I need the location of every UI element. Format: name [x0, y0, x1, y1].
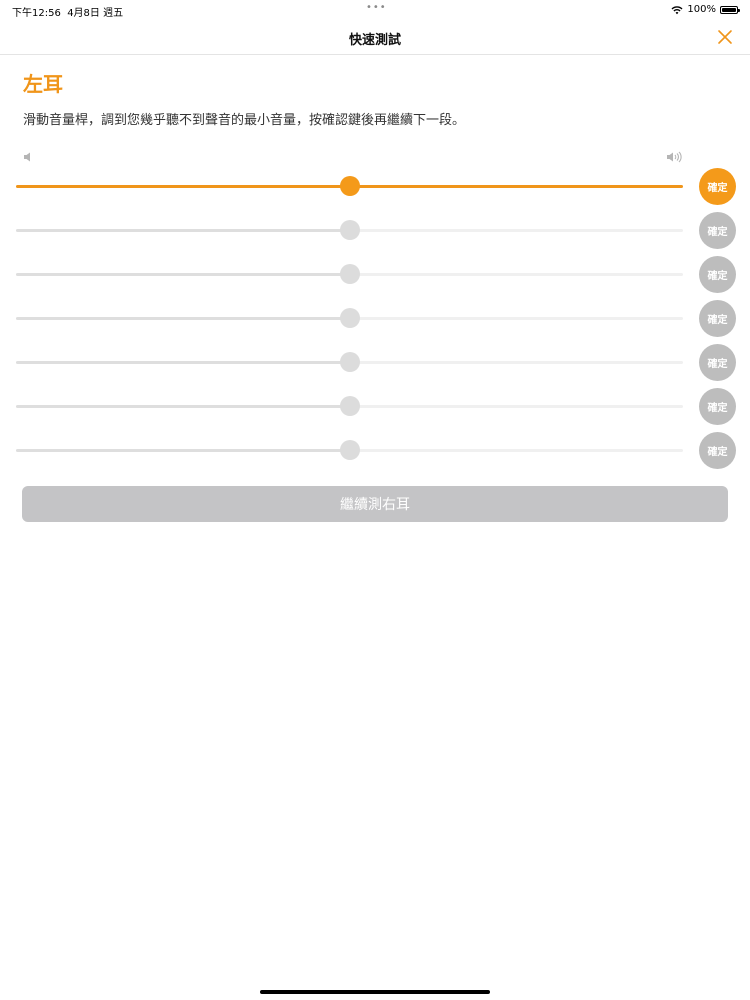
- volume-slider-thumb[interactable]: [340, 264, 360, 284]
- status-bar: 下午12:56 4月8日 週五 ••• 100%: [0, 0, 750, 20]
- volume-high-icon: [667, 151, 682, 163]
- volume-slider-thumb[interactable]: [340, 308, 360, 328]
- status-right: 100%: [671, 4, 740, 15]
- confirm-button-label: 確定: [707, 271, 728, 282]
- volume-slider-thumb[interactable]: [340, 352, 360, 372]
- slider-track-filled: [16, 273, 350, 276]
- volume-slider-row: 確定: [0, 386, 750, 426]
- battery-icon: [720, 5, 740, 14]
- slider-track-remaining: [350, 273, 683, 276]
- volume-low-icon: [24, 152, 30, 162]
- slider-track-remaining: [350, 317, 683, 320]
- app-screen: 下午12:56 4月8日 週五 ••• 100% 快速測試 左耳 滑動音量桿，調…: [0, 0, 750, 1000]
- volume-slider-row: 確定: [0, 430, 750, 470]
- confirm-button-label: 確定: [707, 359, 728, 370]
- confirm-button-label: 確定: [707, 227, 728, 238]
- volume-slider-row: 確定: [0, 298, 750, 338]
- volume-slider-thumb[interactable]: [340, 440, 360, 460]
- status-time-text: 下午12:56: [12, 8, 61, 19]
- volume-slider-row: 確定: [0, 254, 750, 294]
- slider-track-remaining: [350, 361, 683, 364]
- volume-slider-row: 確定: [0, 342, 750, 382]
- slider-track-filled: [16, 229, 350, 232]
- slider-track-filled: [16, 449, 350, 452]
- slider-track-filled: [16, 317, 350, 320]
- confirm-button[interactable]: 確定: [699, 212, 736, 249]
- confirm-button[interactable]: 確定: [699, 256, 736, 293]
- nav-bar: 快速測試: [0, 20, 750, 55]
- volume-slider-row: 確定: [0, 166, 750, 206]
- volume-slider-thumb[interactable]: [340, 396, 360, 416]
- confirm-button-label: 確定: [707, 315, 728, 326]
- confirm-button-label: 確定: [707, 447, 728, 458]
- continue-right-ear-button[interactable]: 繼續測右耳: [22, 486, 728, 522]
- continue-button-label: 繼續測右耳: [340, 497, 410, 513]
- confirm-button[interactable]: 確定: [699, 300, 736, 337]
- slider-track-filled: [16, 185, 350, 188]
- confirm-button[interactable]: 確定: [699, 388, 736, 425]
- confirm-button[interactable]: 確定: [699, 168, 736, 205]
- battery-percent: 100%: [687, 4, 716, 15]
- status-date-text: 4月8日 週五: [67, 8, 124, 19]
- slider-track-remaining: [350, 229, 683, 232]
- instructions-text: 滑動音量桿，調到您幾乎聽不到聲音的最小音量，按確認鍵後再繼續下一段。: [23, 113, 466, 128]
- slider-track-filled: [16, 405, 350, 408]
- home-indicator: [260, 990, 490, 994]
- volume-slider-thumb[interactable]: [340, 220, 360, 240]
- slider-track-remaining: [350, 185, 683, 188]
- confirm-button-label: 確定: [707, 183, 728, 194]
- slider-track-remaining: [350, 405, 683, 408]
- status-time: 下午12:56 4月8日 週五: [12, 4, 123, 19]
- confirm-button-label: 確定: [707, 403, 728, 414]
- confirm-button[interactable]: 確定: [699, 432, 736, 469]
- battery-fill: [722, 7, 736, 12]
- slider-track-remaining: [350, 449, 683, 452]
- close-icon[interactable]: [716, 28, 734, 46]
- volume-slider-thumb[interactable]: [340, 176, 360, 196]
- confirm-button[interactable]: 確定: [699, 344, 736, 381]
- volume-slider-row: 確定: [0, 210, 750, 250]
- slider-track-filled: [16, 361, 350, 364]
- section-title: 左耳: [23, 72, 63, 96]
- nav-title: 快速測試: [348, 33, 401, 48]
- battery-cap: [738, 8, 740, 12]
- multitasking-dots[interactable]: •••: [366, 2, 387, 13]
- wifi-icon: [671, 5, 683, 14]
